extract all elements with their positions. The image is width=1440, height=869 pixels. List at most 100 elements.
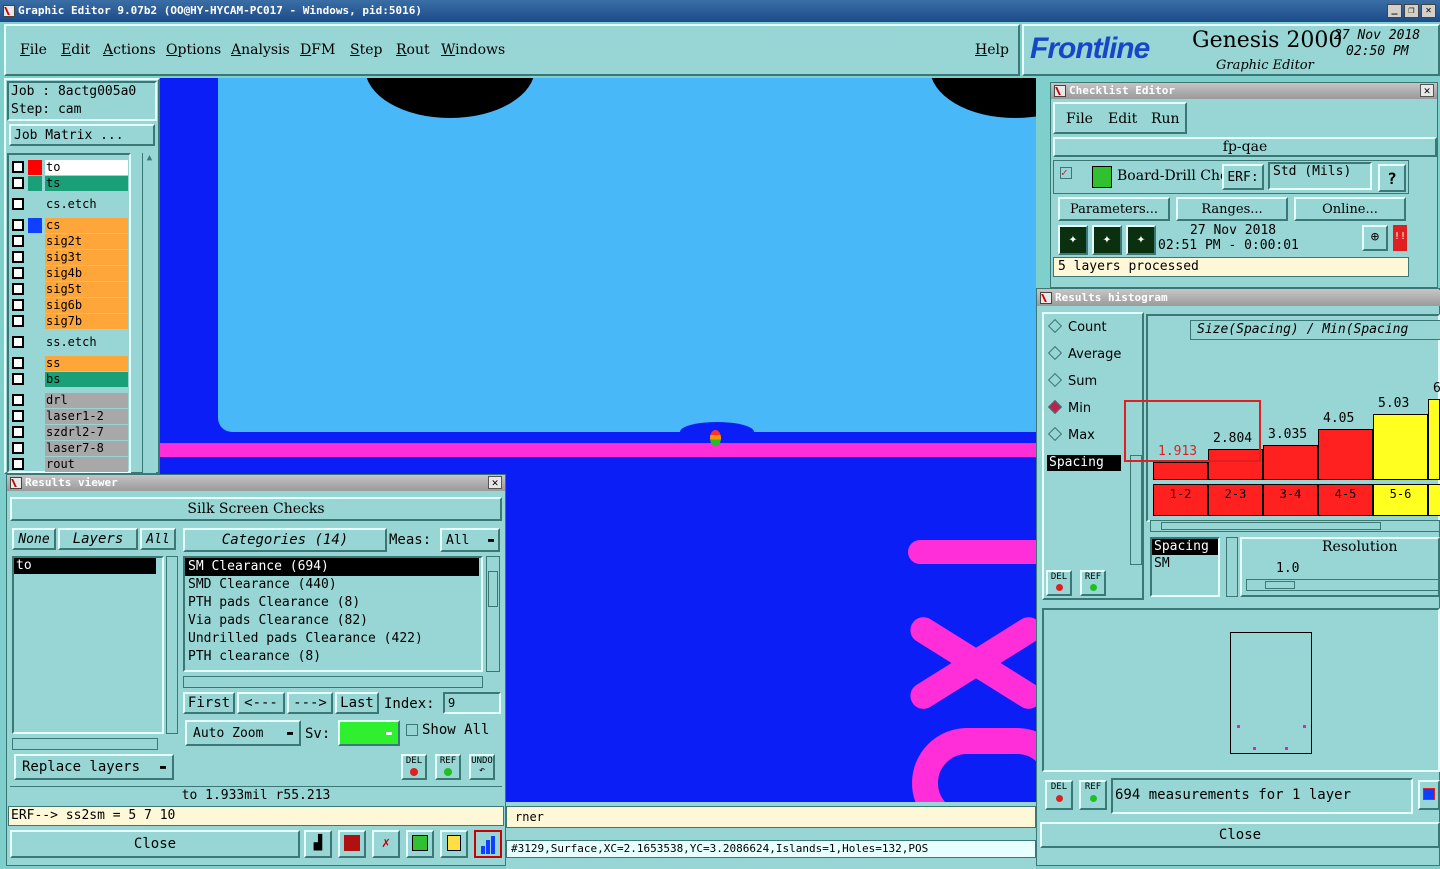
layer-name[interactable]: sig7b	[45, 314, 128, 329]
layer-checkbox[interactable]	[12, 177, 24, 189]
option-count[interactable]: Count	[1047, 318, 1107, 335]
bin-label[interactable]: 1-2	[1153, 484, 1208, 516]
ranges-button[interactable]: Ranges...	[1176, 197, 1288, 221]
layer-checkbox[interactable]	[12, 458, 24, 470]
layer-checkbox[interactable]	[12, 426, 24, 438]
layer-list-vscroll[interactable]	[166, 556, 178, 734]
job-matrix-button[interactable]: Job Matrix ...	[9, 124, 155, 146]
run-icon-2[interactable]: ✦	[1092, 225, 1122, 255]
checklist-menu-file[interactable]: File	[1066, 111, 1093, 127]
checklist-menu-run[interactable]: Run	[1151, 111, 1180, 127]
bin-label[interactable]: 6	[1428, 484, 1440, 516]
layer-row[interactable]: bs	[10, 372, 128, 387]
layers-header[interactable]: Layers	[58, 528, 138, 550]
checklist-close-icon[interactable]: ✕	[1420, 84, 1434, 97]
layer-checkbox[interactable]	[12, 357, 24, 369]
layer-checkbox[interactable]	[12, 394, 24, 406]
layer-checkbox[interactable]	[12, 283, 24, 295]
layer-row[interactable]: szdrl2-7	[10, 425, 128, 440]
bin-label[interactable]: 5-6	[1373, 484, 1428, 516]
menu-dfm[interactable]: DFM	[300, 42, 335, 58]
layer-name[interactable]: ss	[45, 356, 128, 371]
layer-color-swatch[interactable]	[28, 372, 42, 387]
histogram-bar[interactable]	[1263, 445, 1318, 480]
layer-color-swatch[interactable]	[28, 197, 42, 212]
layer-row[interactable]: sig4b	[10, 266, 128, 281]
tool-icon-4[interactable]	[406, 830, 434, 858]
layer-checkbox[interactable]	[12, 219, 24, 231]
layer-checkbox[interactable]	[12, 251, 24, 263]
menu-actions[interactable]: Actions	[103, 42, 156, 58]
layer-color-swatch[interactable]	[28, 176, 42, 191]
first-button[interactable]: First	[183, 692, 235, 714]
layer-color-swatch[interactable]	[28, 335, 42, 350]
help-button[interactable]: ?	[1378, 164, 1406, 192]
menu-windows[interactable]: Windows	[441, 42, 505, 58]
layer-name[interactable]: to	[45, 160, 128, 175]
layer-color-swatch[interactable]	[28, 356, 42, 371]
layer-checkbox[interactable]	[12, 410, 24, 422]
action-name[interactable]: Board-Drill Che	[1117, 168, 1228, 184]
layer-name[interactable]: ts	[45, 176, 128, 191]
run-icon-3[interactable]: ✦	[1126, 225, 1156, 255]
layer-name[interactable]: drl	[45, 393, 128, 408]
all-button[interactable]: All	[140, 528, 176, 550]
bin-label[interactable]: 2-3	[1208, 484, 1263, 516]
ref-button[interactable]: REF	[435, 754, 461, 780]
layer-list-hscroll[interactable]	[12, 738, 158, 750]
layer-color-swatch[interactable]	[28, 250, 42, 265]
layer-row[interactable]: ts	[10, 176, 128, 191]
preview-ref-button[interactable]: REF	[1079, 780, 1107, 810]
layer-checkbox[interactable]	[12, 161, 24, 173]
histogram-bar[interactable]	[1373, 414, 1428, 480]
layer-color-swatch[interactable]	[28, 282, 42, 297]
menu-edit[interactable]: Edit	[61, 42, 90, 58]
preview-tool-icon[interactable]	[1418, 780, 1440, 810]
layer-checkbox[interactable]	[12, 198, 24, 210]
layer-checkbox[interactable]	[12, 336, 24, 348]
layer-row[interactable]: ss	[10, 356, 128, 371]
layer-checkbox[interactable]	[12, 442, 24, 454]
layer-name[interactable]: cs.etch	[45, 197, 128, 212]
layer-checkbox[interactable]	[12, 373, 24, 385]
show-all-checkbox[interactable]	[406, 724, 418, 736]
layer-row[interactable]: to	[10, 160, 128, 175]
category-item[interactable]: SMD Clearance (440)	[185, 576, 481, 594]
layer-checkbox[interactable]	[12, 267, 24, 279]
layer-color-swatch[interactable]	[28, 393, 42, 408]
parameters-button[interactable]: Parameters...	[1058, 197, 1170, 221]
minimize-button[interactable]: _	[1387, 4, 1402, 18]
menu-analysis[interactable]: Analysis	[231, 42, 290, 58]
layer-color-swatch[interactable]	[28, 160, 42, 175]
layer-row[interactable]: laser7-8	[10, 441, 128, 456]
results-viewer-close-icon[interactable]: ✕	[488, 476, 502, 489]
layer-row[interactable]: cs.etch	[10, 197, 128, 212]
layer-select-item[interactable]: to	[14, 558, 156, 574]
maximize-button[interactable]: ❐	[1404, 4, 1419, 18]
layer-name[interactable]: sig3t	[45, 250, 128, 265]
sv-color-dropdown[interactable]: ▬	[338, 720, 400, 746]
histogram-bar[interactable]	[1153, 462, 1208, 480]
online-button[interactable]: Online...	[1294, 197, 1406, 221]
tool-icon-3[interactable]: ✗	[372, 830, 400, 858]
tool-icon-5[interactable]	[440, 830, 468, 858]
menu-step[interactable]: Step	[350, 42, 382, 58]
layer-name[interactable]: laser1-2	[45, 409, 128, 424]
layer-row[interactable]: ss.etch	[10, 335, 128, 350]
category-hscroll[interactable]	[183, 676, 483, 688]
options-scrollbar[interactable]	[1130, 455, 1142, 565]
tool-icon-1[interactable]: ▟	[304, 830, 332, 858]
hist-del-button[interactable]: DEL	[1046, 570, 1072, 596]
layer-checkbox[interactable]	[12, 299, 24, 311]
hist-ref-button[interactable]: REF	[1080, 570, 1106, 596]
category-item[interactable]: PTH clearance (8)	[185, 648, 481, 666]
layer-checkbox[interactable]	[12, 315, 24, 327]
layer-checkbox[interactable]	[12, 235, 24, 247]
layer-color-swatch[interactable]	[28, 218, 42, 233]
sub-list-sm[interactable]: SM	[1152, 555, 1218, 573]
layer-name[interactable]: sig2t	[45, 234, 128, 249]
menu-help[interactable]: Help	[975, 42, 1009, 58]
layer-name[interactable]: cs	[45, 218, 128, 233]
option-min[interactable]: Min	[1047, 399, 1091, 416]
menu-file[interactable]: File	[20, 42, 47, 58]
